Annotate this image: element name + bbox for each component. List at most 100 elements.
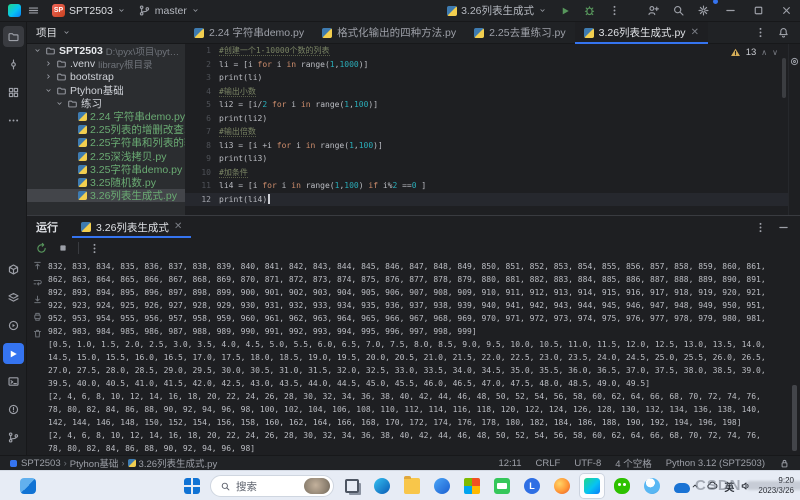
tree-chevron-icon[interactable] <box>33 46 42 55</box>
scroll-to-end-icon[interactable] <box>32 294 43 305</box>
project-panel-header[interactable]: 项目 <box>27 22 185 43</box>
editor-line-3[interactable]: 3print(li) <box>185 71 788 85</box>
ime-indicator[interactable]: 英 <box>724 479 734 494</box>
debug-button[interactable] <box>577 0 602 21</box>
tray-volume-icon[interactable] <box>740 480 752 492</box>
taskbar-clock-app-icon[interactable] <box>520 474 544 498</box>
status-12-11[interactable]: 12:11 <box>498 458 521 469</box>
taskbar-edge-icon[interactable] <box>370 474 394 498</box>
run-tool-icon[interactable] <box>3 343 24 364</box>
editor-line-9[interactable]: 9print(li3) <box>185 152 788 166</box>
taskbar-qq-icon[interactable] <box>640 474 664 498</box>
taskbar-wechat-icon[interactable] <box>610 474 634 498</box>
tab-options-icon[interactable] <box>754 26 767 39</box>
prev-problem-icon[interactable]: ∧ <box>761 48 767 57</box>
tray-cloud-icon[interactable] <box>706 480 718 492</box>
commit-icon[interactable] <box>3 54 24 75</box>
tree-item-2.25深浅拷贝.py[interactable]: 2.25深浅拷贝.py <box>27 150 185 163</box>
next-problem-icon[interactable]: ∨ <box>772 48 778 57</box>
editor-line-12[interactable]: 12print(li4) <box>185 193 788 207</box>
tab-格式化输出的四种方法.py[interactable]: 格式化输出的四种方法.py <box>313 22 465 43</box>
run-button[interactable] <box>553 0 577 21</box>
window-close-button[interactable] <box>772 0 800 22</box>
tree-item-.venv[interactable]: .venvlibrary根目录 <box>27 57 185 70</box>
editor-line-10[interactable]: 10#加条件 <box>185 166 788 180</box>
search-everywhere-button[interactable] <box>666 0 691 21</box>
breadcrumb-item[interactable]: 3.26列表生成式.py <box>139 456 218 470</box>
taskbar-browser-icon[interactable] <box>430 474 454 498</box>
more-tool-windows-icon[interactable] <box>3 110 24 131</box>
taskbar-clock[interactable]: 9:20 2023/3/26 <box>758 476 794 496</box>
editor-line-2[interactable]: 2li = [i for i in range(1,1000)] <box>185 58 788 72</box>
taskbar-firefox-icon[interactable] <box>550 474 574 498</box>
status-CRLF[interactable]: CRLF <box>536 458 561 469</box>
run-tab-close-icon[interactable]: ✕ <box>174 222 182 232</box>
editor-line-5[interactable]: 5li2 = [i/2 for i in range(1,100)] <box>185 98 788 112</box>
taskbar-mail-icon[interactable] <box>490 474 514 498</box>
editor-line-6[interactable]: 6print(li2) <box>185 112 788 126</box>
code-editor[interactable]: 1#创建一个1-10000个数的列表2li = [i for i in rang… <box>185 44 788 215</box>
ai-assistant-icon[interactable] <box>789 56 800 67</box>
console-scrollbar-thumb[interactable] <box>792 385 797 451</box>
status-Python-3-12--SPT2503-[interactable]: Python 3.12 (SPT2503) <box>666 458 765 469</box>
status-4----[interactable]: 4 个空格 <box>615 456 651 470</box>
soft-wrap-icon[interactable] <box>32 277 43 288</box>
tree-item-Ptyhon基础[interactable]: Ptyhon基础 <box>27 84 185 97</box>
structure-icon[interactable] <box>3 82 24 103</box>
tree-item-练习[interactable]: 练习 <box>27 97 185 110</box>
run-configuration-widget[interactable]: 3.26列表生成式 <box>441 0 553 21</box>
tab-2.24 字符串demo.py[interactable]: 2.24 字符串demo.py <box>185 22 313 43</box>
editor-line-7[interactable]: 7#输出倍数 <box>185 125 788 139</box>
more-actions-button[interactable] <box>602 0 627 21</box>
editor-line-4[interactable]: 4#输出小数 <box>185 85 788 99</box>
tree-chevron-icon[interactable] <box>44 59 53 68</box>
run-panel-options-icon[interactable] <box>754 221 767 234</box>
taskbar-search[interactable]: 搜索 <box>210 475 334 497</box>
hide-panel-icon[interactable] <box>777 221 790 234</box>
tree-item-2.25列表的增删改查.py[interactable]: 2.25列表的增删改查.py <box>27 123 185 136</box>
print-console-icon[interactable] <box>32 311 43 322</box>
breadcrumb-item[interactable]: SPT2503 <box>21 458 61 469</box>
taskbar-task-view[interactable] <box>340 474 364 498</box>
taskbar-store-icon[interactable] <box>460 474 484 498</box>
window-maximize-button[interactable] <box>744 0 772 22</box>
console-more-icon[interactable] <box>88 242 101 255</box>
python-packages-icon[interactable] <box>3 259 24 280</box>
version-control-icon[interactable] <box>3 427 24 448</box>
clear-all-icon[interactable] <box>32 328 43 339</box>
tab-close-icon[interactable]: ✕ <box>691 28 699 38</box>
status-UTF-8[interactable]: UTF-8 <box>574 458 601 469</box>
settings-button[interactable] <box>691 0 716 21</box>
run-console-output[interactable]: 832, 833, 834, 835, 836, 837, 838, 839, … <box>48 260 786 455</box>
editor-line-8[interactable]: 8li3 = [i +i for i in range(1,100)] <box>185 139 788 153</box>
python-console-icon[interactable] <box>3 315 24 336</box>
project-widget[interactable]: SP SPT2503 <box>46 0 132 21</box>
tree-item-2.24 字符串demo.py[interactable]: 2.24 字符串demo.py <box>27 110 185 123</box>
tab-3.26列表生成式.py[interactable]: 3.26列表生成式.py✕ <box>575 22 708 43</box>
tree-chevron-icon[interactable] <box>44 86 53 95</box>
stop-icon[interactable] <box>57 242 69 254</box>
tree-chevron-icon[interactable] <box>44 72 53 81</box>
editor-line-11[interactable]: 11li4 = [i for i in range(1,100) if i%2 … <box>185 179 788 193</box>
code-with-me-button[interactable] <box>641 0 666 21</box>
taskbar-pycharm-icon[interactable] <box>580 474 604 498</box>
vcs-branch-widget[interactable]: master <box>132 0 206 21</box>
breadcrumb-item[interactable]: Ptyhon基础 <box>70 456 119 470</box>
window-minimize-button[interactable] <box>716 0 744 22</box>
services-icon[interactable] <box>3 287 24 308</box>
rerun-icon[interactable] <box>35 242 48 255</box>
tree-item-SPT2503[interactable]: SPT2503D:\pyx\项目\python\myflask <box>27 44 185 57</box>
taskbar-widgets-button[interactable] <box>16 474 40 498</box>
taskbar-start-button[interactable] <box>180 474 204 498</box>
editor-scrollbar-thumb[interactable] <box>782 58 786 98</box>
notifications-bell-icon[interactable] <box>777 26 790 39</box>
run-tab[interactable]: 3.26列表生成式 ✕ <box>72 216 191 238</box>
tree-item-3.25字符串demo.py[interactable]: 3.25字符串demo.py <box>27 163 185 176</box>
tree-item-3.26列表生成式.py[interactable]: 3.26列表生成式.py <box>27 189 185 202</box>
lock-icon[interactable] <box>779 458 790 469</box>
tree-item-bootstrap[interactable]: bootstrap <box>27 70 185 83</box>
terminal-icon[interactable] <box>3 371 24 392</box>
project-folder-icon[interactable] <box>3 26 24 47</box>
inspections-widget[interactable]: 13 ∧ ∨ <box>730 47 778 58</box>
scroll-to-top-icon[interactable] <box>32 260 43 271</box>
